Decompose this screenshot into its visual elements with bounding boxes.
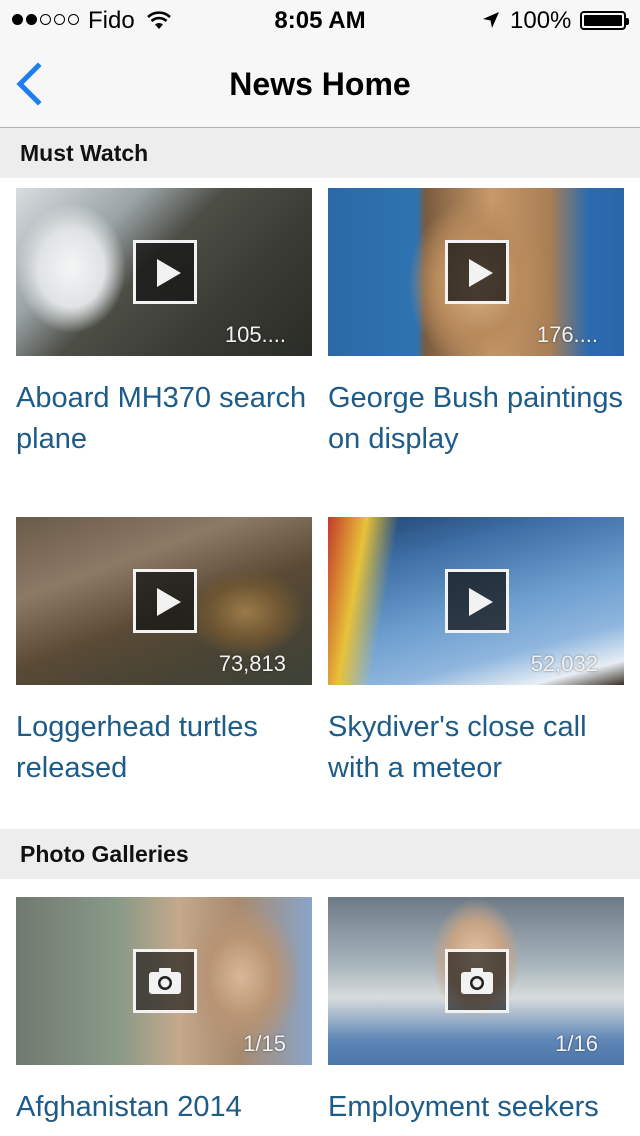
section-header-photo-galleries: Photo Galleries [0, 829, 640, 879]
video-card[interactable]: 73,813 Loggerhead turtles released [16, 517, 312, 789]
section-header-must-watch: Must Watch [0, 128, 640, 178]
view-count: 73,813 [218, 651, 286, 676]
play-icon[interactable] [445, 240, 509, 304]
view-count: 176.... [536, 322, 598, 347]
camera-icon[interactable] [133, 949, 197, 1013]
video-thumbnail[interactable]: 105.... [16, 188, 312, 356]
view-count: 52,032 [530, 651, 598, 676]
gallery-card[interactable]: 1/16 Employment seekers [328, 897, 624, 1128]
video-thumbnail[interactable]: 176.... [328, 188, 624, 356]
video-title[interactable]: Aboard MH370 search plane [16, 378, 312, 460]
status-bar: Fido 8:05 AM 100% [0, 0, 640, 40]
video-title[interactable]: George Bush paintings on display [328, 378, 624, 460]
navigation-bar: News Home [0, 40, 640, 128]
gallery-title[interactable]: Afghanistan 2014 [16, 1087, 312, 1128]
video-card[interactable]: 176.... George Bush paintings on display [328, 188, 624, 460]
battery-icon [580, 11, 629, 30]
section-title: Must Watch [20, 140, 149, 166]
play-icon[interactable] [133, 569, 197, 633]
gallery-card[interactable]: 1/15 Afghanistan 2014 [16, 897, 312, 1128]
location-arrow-icon [483, 12, 499, 28]
camera-icon[interactable] [445, 949, 509, 1013]
section-title: Photo Galleries [20, 841, 189, 867]
view-count: 105.... [224, 322, 286, 347]
battery-percentage: 100% [510, 7, 572, 34]
video-card[interactable]: 105.... Aboard MH370 search plane [16, 188, 312, 460]
play-icon[interactable] [133, 240, 197, 304]
page-title: News Home [229, 66, 411, 102]
gallery-thumbnail[interactable]: 1/15 [16, 897, 312, 1065]
video-thumbnail[interactable]: 73,813 [16, 517, 312, 685]
video-title[interactable]: Skydiver's close call with a meteor [328, 707, 624, 789]
photo-count: 1/15 [243, 1031, 286, 1056]
gallery-thumbnail[interactable]: 1/16 [328, 897, 624, 1065]
photo-count: 1/16 [555, 1031, 598, 1056]
gallery-title[interactable]: Employment seekers [328, 1087, 624, 1128]
video-thumbnail[interactable]: 52,032 [328, 517, 624, 685]
video-card[interactable]: 52,032 Skydiver's close call with a mete… [328, 517, 624, 789]
play-icon[interactable] [445, 569, 509, 633]
video-title[interactable]: Loggerhead turtles released [16, 707, 312, 789]
